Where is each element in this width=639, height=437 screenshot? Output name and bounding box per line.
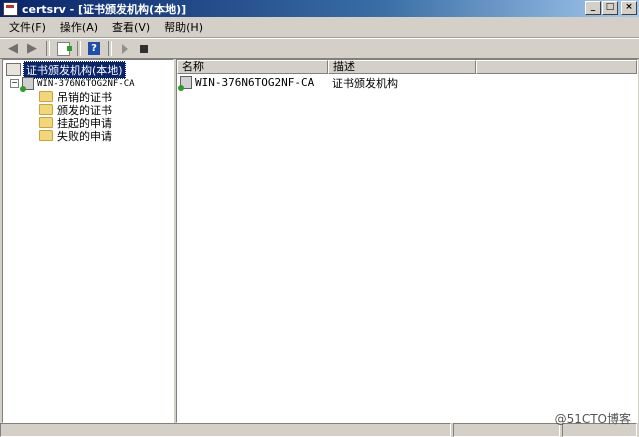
toolbar-separator (108, 41, 112, 56)
export-list-icon[interactable] (54, 41, 72, 57)
status-panel (0, 423, 451, 437)
console-tree[interactable]: 证书颁发机构(本地) − WIN-376N6TOG2NF-CA 吊销的证书 颁发… (2, 59, 174, 423)
back-arrow-icon[interactable]: ◀ (4, 41, 22, 57)
menu-help[interactable]: 帮助(H) (155, 19, 208, 35)
details-list[interactable]: 名称 描述 WIN-376N6TOG2NF-CA 证书颁发机构 (176, 59, 638, 423)
certsrv-app-icon (3, 1, 18, 16)
folder-icon (39, 117, 53, 128)
collapse-icon[interactable]: − (10, 79, 19, 88)
tree-item-label: 失败的申请 (57, 129, 112, 143)
toolbar-separator (77, 41, 81, 56)
window-title: certsrv - [证书颁发机构(本地)] (22, 2, 187, 16)
list-row-description: 证书颁发机构 (332, 76, 398, 90)
menu-bar: 文件(F) 操作(A) 查看(V) 帮助(H) (0, 17, 639, 38)
tree-item-failed[interactable]: 失败的申请 (39, 129, 112, 143)
ca-server-icon (20, 77, 34, 92)
title-bar: certsrv - [证书颁发机构(本地)] _ □ × (0, 0, 639, 17)
window-controls: _ □ × (584, 1, 637, 15)
tree-item-root[interactable]: 证书颁发机构(本地) (6, 60, 126, 79)
menu-view[interactable]: 查看(V) (103, 19, 155, 35)
ca-server-icon (178, 76, 192, 91)
forward-arrow-icon[interactable]: ▶ (23, 41, 41, 57)
help-icon[interactable]: ? (85, 41, 103, 57)
stop-service-icon[interactable] (135, 41, 153, 57)
certificate-authority-icon (6, 63, 21, 76)
status-panel (452, 423, 561, 437)
folder-icon (39, 104, 53, 115)
watermark: @51CTO博客 (554, 412, 631, 426)
folder-icon (39, 91, 53, 102)
list-row-name: WIN-376N6TOG2NF-CA (195, 76, 315, 89)
tree-item-root-label: 证书颁发机构(本地) (23, 60, 126, 79)
menu-file[interactable]: 文件(F) (0, 19, 51, 35)
tree-item-ca-label: WIN-376N6TOG2NF-CA (37, 78, 135, 89)
minimize-button[interactable]: _ (585, 1, 601, 15)
column-header-filler (476, 60, 637, 74)
toolbar: ◀ ▶ ? (0, 38, 639, 59)
status-bar (0, 423, 639, 437)
column-header-name[interactable]: 名称 (177, 60, 328, 74)
close-button[interactable]: × (621, 1, 637, 15)
column-header-description[interactable]: 描述 (328, 60, 476, 74)
toolbar-separator (46, 41, 50, 56)
start-service-icon[interactable] (116, 41, 134, 57)
menu-action[interactable]: 操作(A) (51, 19, 103, 35)
list-row[interactable]: WIN-376N6TOG2NF-CA 证书颁发机构 (177, 76, 637, 91)
list-cell-name: WIN-376N6TOG2NF-CA (177, 76, 330, 91)
maximize-button[interactable]: □ (602, 1, 618, 15)
list-header: 名称 描述 (177, 60, 637, 74)
folder-icon (39, 130, 53, 141)
